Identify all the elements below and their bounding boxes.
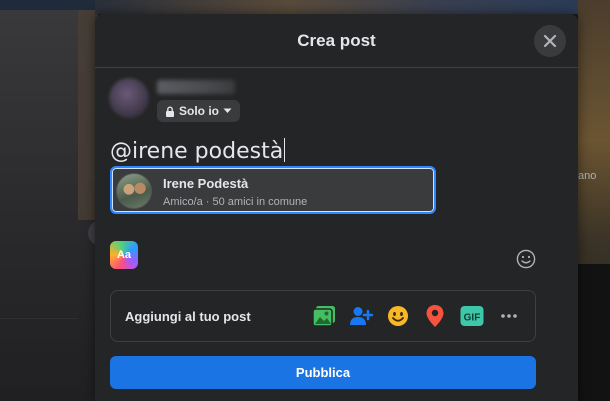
author-meta: Solo io [157,78,240,122]
avatar[interactable] [109,78,149,118]
mention-name: Irene Podestà [163,176,249,191]
post-text: @irene podestà [110,139,284,164]
close-icon [543,34,557,48]
author-name-blurred [157,80,235,94]
audience-label: Solo io [179,104,219,118]
check-in-button[interactable] [423,304,447,328]
add-to-post-bar: Aggiungi al tuo post GIF [110,290,536,342]
mention-avatar [116,173,152,209]
post-author: Solo io [109,78,240,122]
photo-video-icon [312,306,335,327]
dialog-header: Crea post [95,14,578,68]
publish-button[interactable]: Pubblica [110,356,536,389]
gif-button[interactable]: GIF [460,304,484,328]
mention-subtitle: Amico/a · 50 amici in comune [163,196,308,208]
background-feed-left [0,0,114,401]
gif-icon: GIF [460,306,484,326]
more-icon [501,314,517,318]
background-text: ano [578,170,597,182]
photo-video-button[interactable] [312,304,336,328]
tag-people-button[interactable] [349,304,373,328]
add-to-post-actions: GIF [312,304,521,328]
dialog-title: Crea post [297,30,376,50]
feeling-icon [388,306,408,326]
tag-people-icon [350,307,373,325]
check-in-icon [426,305,444,327]
more-options-button[interactable] [497,304,521,328]
background-stories [95,0,578,14]
caret-down-icon [223,108,232,113]
svg-text:GIF: GIF [464,313,481,324]
font-style-label: Aa [116,249,132,261]
audience-selector[interactable]: Solo io [157,100,240,122]
mention-suggestion[interactable]: Irene Podestà Amico/a · 50 amici in comu… [110,166,436,214]
background-divider [0,318,78,319]
close-button[interactable] [534,25,566,57]
emoji-button[interactable] [516,249,536,269]
background-topbar [0,0,95,10]
create-post-dialog: Crea post Solo io @irene podestà Irene P… [95,14,578,401]
smiley-icon [516,249,536,269]
background-style-button[interactable]: Aa [110,241,138,269]
text-caret [284,138,286,162]
post-text-input[interactable]: @irene podestà [110,138,286,164]
add-to-post-label: Aggiungi al tuo post [125,308,251,324]
lock-icon [166,106,174,117]
feeling-button[interactable] [386,304,410,328]
